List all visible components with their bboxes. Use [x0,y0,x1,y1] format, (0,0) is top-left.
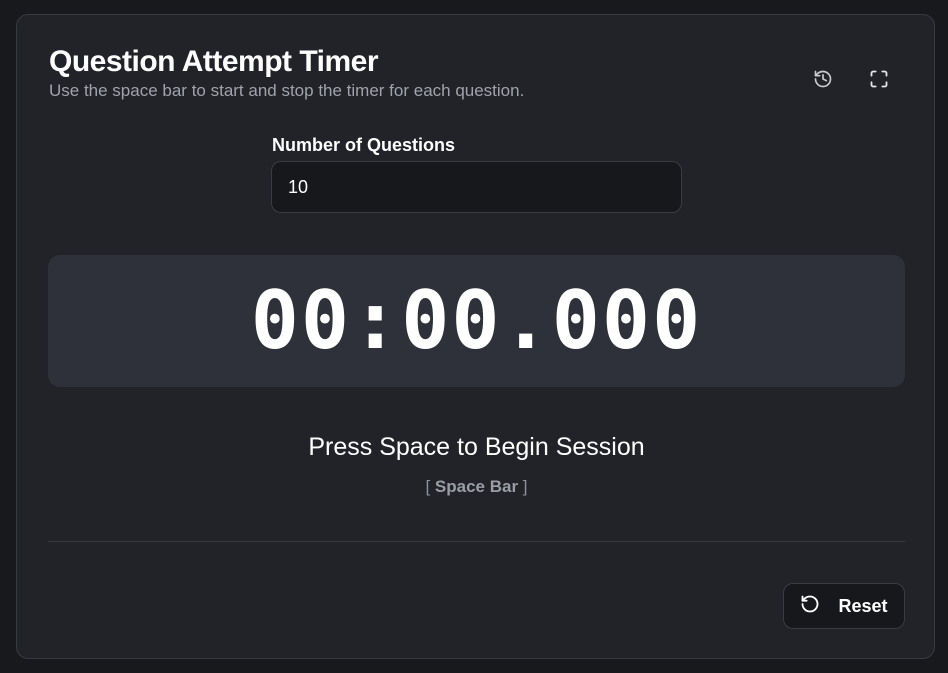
timer-card: Question Attempt Timer Use the space bar… [16,14,935,659]
history-button[interactable] [807,63,839,95]
timer-panel: 00:00.000 [48,255,905,387]
keyboard-hint: [ Space Bar ] [17,477,936,497]
reset-label: Reset [838,595,888,616]
timer-display: 00:00.000 [250,274,703,367]
hint-bracket-open: [ [425,477,435,496]
history-icon [813,69,833,89]
questions-input[interactable] [271,161,682,213]
fullscreen-icon [869,69,889,89]
divider [48,541,905,542]
fullscreen-button[interactable] [863,63,895,95]
reset-icon [800,594,820,619]
hint-bracket-close: ] [518,477,528,496]
page-title: Question Attempt Timer [49,45,379,78]
reset-button[interactable]: Reset [783,583,905,629]
questions-label: Number of Questions [272,135,456,155]
hint-key: Space Bar [434,477,519,496]
status-prompt: Press Space to Begin Session [308,433,645,461]
page-subtitle: Use the space bar to start and stop the … [49,81,525,100]
